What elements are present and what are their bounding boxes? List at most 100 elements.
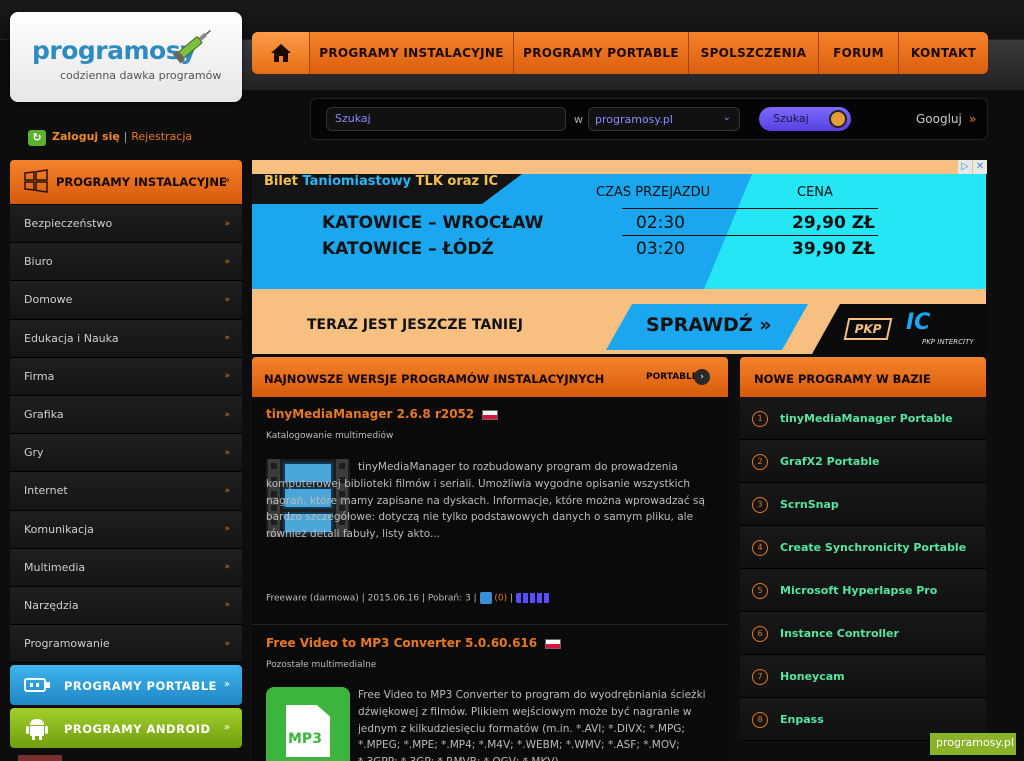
sidebar-item-label: Biuro bbox=[24, 255, 53, 269]
sidebar-item-gry[interactable]: Gry » bbox=[10, 434, 242, 473]
new-programs-list: 1 tinyMediaManager Portable 2 GrafX2 Porta… bbox=[740, 397, 986, 741]
ad-title-highlight: Taniomiastowy bbox=[302, 174, 412, 189]
ad-route-1: KATOWICE – WROCŁAW bbox=[322, 213, 544, 233]
sidebar-item-label: Narzędzia bbox=[24, 598, 79, 612]
search-input[interactable]: Szukaj bbox=[326, 107, 566, 131]
search-in-label: w bbox=[574, 113, 583, 126]
home-button[interactable] bbox=[252, 32, 310, 74]
chevron-right-icon: » bbox=[224, 218, 230, 229]
chevron-right-icon: » bbox=[223, 722, 230, 733]
ad-banner[interactable]: Bilet Taniomiastowy TLK oraz IC CZAS PRZ… bbox=[252, 160, 986, 354]
sidebar-item-internet[interactable]: Internet » bbox=[10, 472, 242, 511]
sidebar-item-programowanie[interactable]: Programowanie » bbox=[10, 625, 242, 664]
sidebar-item-label: Multimedia bbox=[24, 560, 86, 574]
syringe-icon bbox=[172, 29, 211, 64]
sidebar-item-label: Domowe bbox=[24, 293, 73, 307]
windows-icon bbox=[24, 169, 48, 193]
chevron-right-icon: » bbox=[224, 256, 230, 267]
list-item[interactable]: 7 Honeycam bbox=[740, 655, 986, 698]
ad-cta[interactable]: SPRAWDŹ » bbox=[646, 314, 772, 336]
search-scope-value: programosy.pl bbox=[595, 113, 673, 126]
ad-route-2: KATOWICE – ŁÓDŹ bbox=[322, 239, 494, 259]
program-link[interactable]: Instance Controller bbox=[780, 627, 899, 640]
sidebar-item-grafika[interactable]: Grafika » bbox=[10, 395, 242, 435]
ad-col-price: CENA bbox=[797, 185, 833, 200]
ad-tagline: TERAZ JEST JESZCZE TANIEJ bbox=[307, 317, 523, 333]
post-description: tinyMediaManager to rozbudowany program … bbox=[266, 461, 705, 541]
android-icon bbox=[26, 719, 48, 740]
list-item[interactable]: 3 ScrnSnap bbox=[740, 483, 986, 526]
sidebar-item-label: Grafika bbox=[24, 408, 64, 422]
list-item[interactable]: 2 GrafX2 Portable bbox=[740, 440, 986, 483]
program-link[interactable]: ScrnSnap bbox=[780, 498, 839, 511]
sidebar-item-domowe[interactable]: Domowe » bbox=[10, 281, 242, 320]
close-icon[interactable]: ✕ bbox=[973, 160, 987, 174]
news-panel-header: NAJNOWSZE WERSJE PROGRAMÓW INSTALACYJNYC… bbox=[252, 357, 728, 397]
sidebar-item-multimedia[interactable]: Multimedia » bbox=[10, 548, 242, 587]
nav-spolszczenia[interactable]: SPOLSZCZENIA bbox=[689, 32, 819, 74]
post-title[interactable]: Free Video to MP3 Converter 5.0.60.616 bbox=[266, 636, 562, 650]
programy-android-button[interactable]: PROGRAMY ANDROID » bbox=[10, 708, 242, 748]
flag-icon bbox=[482, 409, 499, 420]
sidebar-item-narzedzia[interactable]: Narzędzia » bbox=[10, 586, 242, 626]
google-search-link[interactable]: Googluj bbox=[916, 112, 962, 126]
chevron-right-icon: » bbox=[224, 524, 230, 535]
program-link[interactable]: Microsoft Hyperlapse Pro bbox=[780, 584, 937, 597]
register-link[interactable]: Rejestracja bbox=[131, 130, 192, 143]
programy-portable-button[interactable]: PROGRAMY PORTABLE » bbox=[10, 665, 242, 705]
chevron-right-icon: » bbox=[224, 409, 230, 420]
nav-kontakt[interactable]: KONTAKT bbox=[899, 32, 988, 74]
sidebar-title: PROGRAMY INSTALACYJNE bbox=[56, 175, 227, 189]
ad-price-1: 29,90 ZŁ bbox=[792, 213, 875, 233]
program-link[interactable]: Enpass bbox=[780, 713, 824, 726]
chevron-right-icon: » bbox=[224, 485, 230, 496]
list-item[interactable]: 4 Create Synchronicity Portable bbox=[740, 526, 986, 569]
home-icon bbox=[270, 44, 291, 62]
rating-icon bbox=[515, 593, 550, 603]
nav-programy-instalacyjne[interactable]: PROGRAMY INSTALACYJNE bbox=[310, 32, 514, 74]
adchoices-icon[interactable]: ▷ bbox=[958, 160, 972, 174]
post-comments[interactable]: (0) bbox=[494, 594, 507, 604]
nav-forum[interactable]: FORUM bbox=[819, 32, 899, 74]
usb-icon bbox=[24, 678, 50, 692]
program-link[interactable]: GrafX2 Portable bbox=[780, 455, 879, 468]
flag-icon bbox=[545, 638, 562, 649]
ad-title: Bilet Taniomiastowy TLK oraz IC bbox=[264, 174, 498, 189]
chevron-right-icon: » bbox=[224, 371, 230, 382]
sidebar-item-firma[interactable]: Firma » bbox=[10, 357, 242, 396]
program-link[interactable]: Create Synchronicity Portable bbox=[780, 541, 966, 554]
list-item[interactable]: 1 tinyMediaManager Portable bbox=[740, 397, 986, 440]
programy-android-label: PROGRAMY ANDROID bbox=[64, 722, 211, 736]
search-scope-select[interactable]: programosy.pl ⌄ bbox=[588, 107, 740, 131]
mp3-file-icon: MP3 bbox=[266, 687, 350, 761]
new-programs-header: NOWE PROGRAMY W BAZIE bbox=[740, 357, 986, 397]
sidebar-header[interactable]: PROGRAMY INSTALACYJNE » bbox=[10, 160, 242, 204]
nav-programy-portable[interactable]: PROGRAMY PORTABLE bbox=[514, 32, 689, 74]
post-category[interactable]: Pozostałe multimedialne bbox=[266, 660, 376, 670]
list-item[interactable]: 6 Instance Controller bbox=[740, 612, 986, 655]
sidebar-item-biuro[interactable]: Biuro » bbox=[10, 243, 242, 282]
portable-link[interactable]: PORTABLE bbox=[646, 372, 698, 382]
rank-badge: 4 bbox=[752, 540, 768, 556]
post-category[interactable]: Katalogowanie multimediów bbox=[266, 431, 393, 441]
mp3-label: MP3 bbox=[288, 731, 322, 747]
logo-subtitle: codzienna dawka programów bbox=[60, 69, 222, 82]
rank-badge: 7 bbox=[752, 669, 768, 685]
ad-time-1: 02:30 bbox=[636, 213, 685, 233]
chevron-right-icon[interactable]: › bbox=[694, 369, 710, 385]
login-link[interactable]: Zaloguj się bbox=[52, 130, 120, 143]
list-item[interactable]: 5 Microsoft Hyperlapse Pro bbox=[740, 569, 986, 612]
program-link[interactable]: tinyMediaManager Portable bbox=[780, 412, 953, 425]
chevron-down-icon: ⌄ bbox=[722, 112, 731, 123]
sidebar-bottom-decoration bbox=[18, 755, 62, 761]
post-title[interactable]: tinyMediaManager 2.6.8 r2052 bbox=[266, 407, 499, 421]
watermark-badge[interactable]: programosy.pl bbox=[930, 733, 1016, 755]
post-description: Free Video to MP3 Converter to program d… bbox=[358, 689, 706, 761]
rank-badge: 6 bbox=[752, 626, 768, 642]
search-button[interactable]: Szukaj bbox=[759, 107, 851, 131]
program-link[interactable]: Honeycam bbox=[780, 670, 845, 683]
rank-badge: 5 bbox=[752, 583, 768, 599]
sidebar-item-komunikacja[interactable]: Komunikacja » bbox=[10, 510, 242, 549]
sidebar-item-bezpieczenstwo[interactable]: Bezpieczeństwo » bbox=[10, 205, 242, 244]
sidebar-item-edukacja[interactable]: Edukacja i Nauka » bbox=[10, 319, 242, 358]
